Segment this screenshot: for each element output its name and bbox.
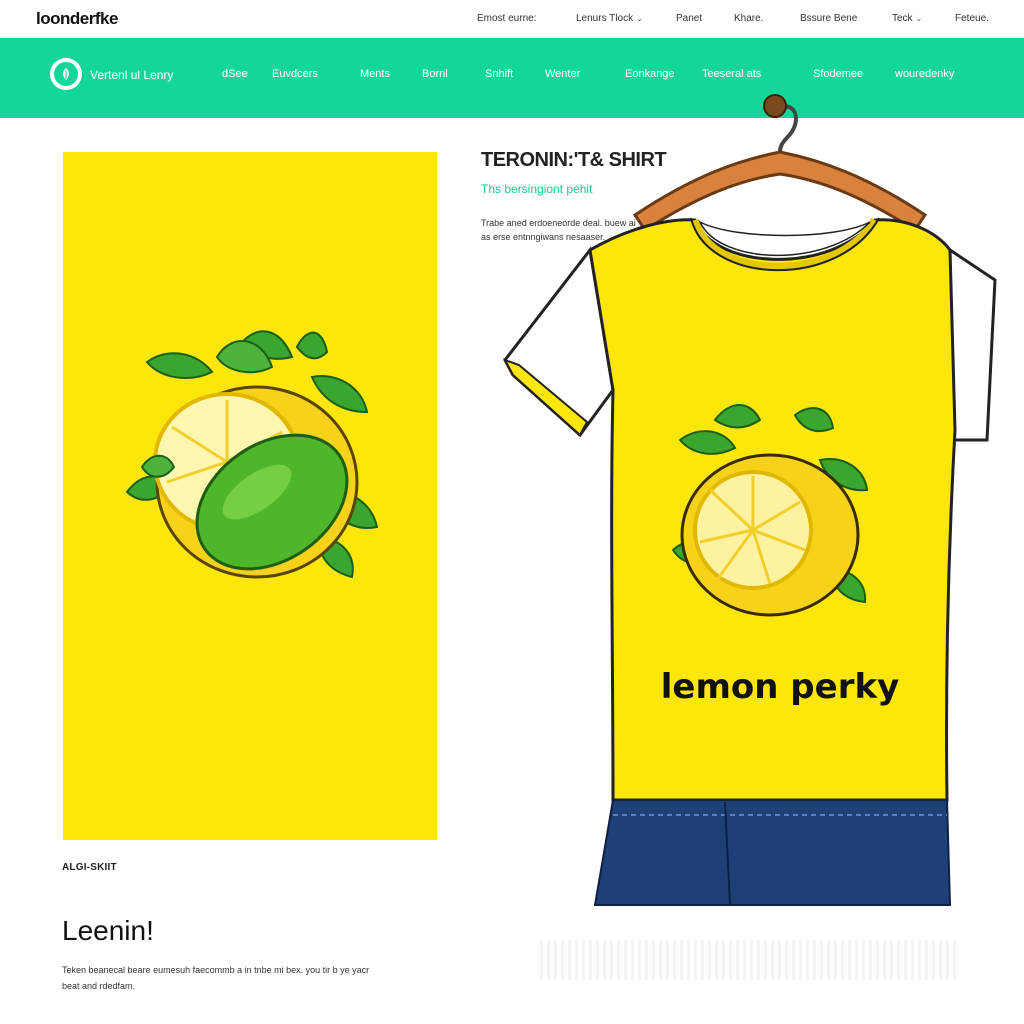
right-sleeve — [948, 247, 997, 442]
nav-item-7[interactable]: Eonkange — [625, 68, 675, 80]
section-title: Leenin! — [62, 915, 154, 946]
util-link-4[interactable]: Khare. — [734, 13, 763, 24]
nav-item-8[interactable]: Teeseral ats — [702, 68, 761, 80]
shirt-print-text: lemon perky — [661, 667, 899, 707]
section-description: Teken beanecal beare eumesuh faecommb a … — [62, 965, 370, 991]
nav-brand-name[interactable]: Vertenl ul Lenry — [90, 68, 173, 82]
lemon-lime-illustration — [125, 330, 379, 579]
nav-item-3[interactable]: Ments — [360, 68, 390, 80]
nav-item-10[interactable]: wouredenky — [895, 68, 954, 80]
tshirt-on-hanger-image[interactable]: lemon perky — [495, 90, 1005, 910]
util-link-5[interactable]: Bssure Bene — [800, 13, 857, 24]
chevron-down-icon: ⌄ — [915, 14, 923, 23]
util-link-1[interactable]: Emost eurne: — [477, 13, 536, 24]
nav-item-9[interactable]: Sfodemee — [813, 68, 863, 80]
util-dropdown-2[interactable]: Lenurs Tlock ⌄ — [576, 13, 643, 24]
nav-item-4[interactable]: Bornl — [422, 68, 448, 80]
hanger-knob — [763, 94, 787, 118]
placeholder-strip — [540, 940, 960, 980]
chevron-down-icon: ⌄ — [636, 14, 643, 23]
panel-caption: ALGI-SKIIT — [62, 862, 117, 873]
site-logo[interactable]: loonderfke — [36, 9, 118, 29]
nav-item-5[interactable]: Snhift — [485, 68, 513, 80]
leaf-icon — [63, 68, 69, 80]
util-dropdown-6[interactable]: Teck ⌄ — [892, 13, 922, 24]
util-link-7[interactable]: Feteue. — [955, 13, 989, 24]
nav-item-1[interactable]: dSee — [222, 68, 248, 80]
brand-leaf-icon[interactable] — [50, 58, 82, 90]
top-utility-bar: loonderfke Emost eurne: Lenurs Tlock ⌄ Pa… — [0, 0, 1024, 38]
nav-item-6[interactable]: Wenter — [545, 68, 580, 80]
nav-item-2[interactable]: Euvdcers — [272, 68, 318, 80]
util-link-3[interactable]: Panet — [676, 13, 702, 24]
